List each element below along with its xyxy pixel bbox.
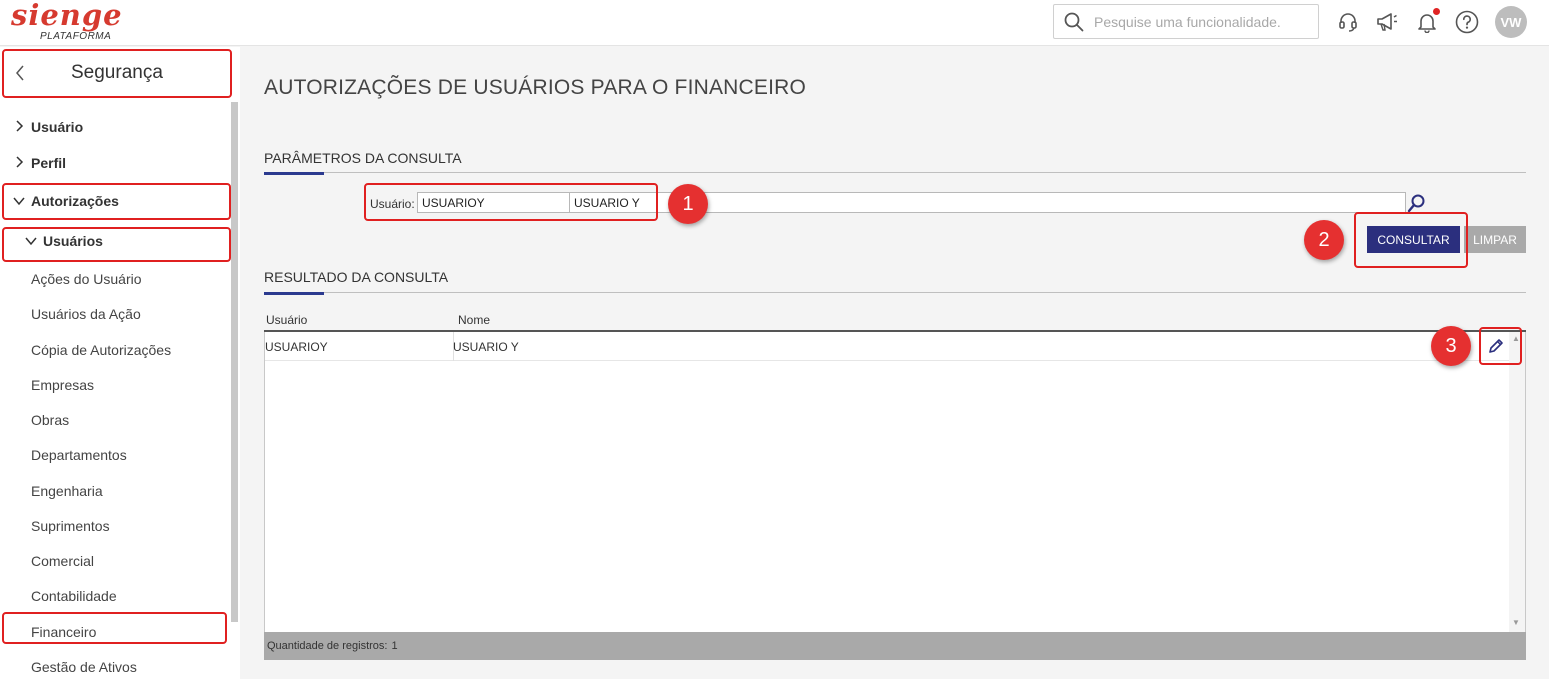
chevron-right-icon: [10, 155, 28, 172]
sidebar-item-usuarios-da-acao[interactable]: Usuários da Ação: [31, 306, 141, 322]
sidebar-item-perfil[interactable]: Perfil: [10, 150, 66, 176]
grid-body: USUARIOY USUARIO Y ▲ ▼: [264, 332, 1526, 632]
notification-dot: [1433, 8, 1440, 15]
record-count-value: 1: [391, 640, 398, 652]
sidebar-item-gestao-de-ativos[interactable]: Gestão de Ativos: [31, 659, 137, 675]
sidebar-item-comercial[interactable]: Comercial: [31, 553, 94, 569]
annotation-box-usuarios: [2, 227, 231, 262]
chevron-right-icon: [10, 119, 28, 136]
sidebar-item-engenharia[interactable]: Engenharia: [31, 483, 103, 499]
grid-footer: Quantidade de registros: 1: [264, 632, 1526, 660]
annotation-box-seguranca: [2, 49, 232, 98]
sidebar-item-label: Usuário: [31, 119, 84, 135]
limpar-button[interactable]: LIMPAR: [1464, 226, 1526, 253]
cell-usuario: USUARIOY: [265, 340, 328, 354]
results-section-title: RESULTADO DA CONSULTA: [264, 269, 449, 285]
sidebar-item-copia-de-autorizacoes[interactable]: Cópia de Autorizações: [31, 342, 171, 358]
search-input[interactable]: [1094, 11, 1309, 33]
column-header-nome[interactable]: Nome: [458, 313, 490, 327]
global-search[interactable]: [1053, 4, 1319, 39]
page-title: AUTORIZAÇÕES DE USUÁRIOS PARA O FINANCEI…: [264, 76, 807, 99]
sienge-logo[interactable]: sienge PLATAFORMA: [11, 0, 123, 46]
user-avatar[interactable]: VW: [1495, 6, 1527, 38]
logo-subtitle: PLATAFORMA: [40, 31, 112, 42]
sidebar-item-suprimentos[interactable]: Suprimentos: [31, 518, 110, 534]
section-accent: [264, 172, 324, 175]
annotation-box-user-field: [364, 183, 658, 221]
annotation-badge-1: 1: [668, 184, 708, 224]
sidebar-scrollbar[interactable]: [231, 102, 238, 622]
grid-scrollbar[interactable]: ▲ ▼: [1509, 332, 1525, 632]
annotation-box-autorizacoes: [2, 183, 231, 220]
sidebar-item-empresas[interactable]: Empresas: [31, 377, 94, 393]
divider: [264, 292, 1526, 293]
search-icon: [1064, 12, 1084, 37]
params-section-title: PARÂMETROS DA CONSULTA: [264, 150, 462, 166]
results-section-header: RESULTADO DA CONSULTA: [264, 269, 1526, 295]
cell-nome: USUARIO Y: [453, 340, 519, 354]
results-grid: Usuário Nome USUARIOY USUARIO Y ▲ ▼ Quan…: [264, 310, 1526, 660]
params-section-header: PARÂMETROS DA CONSULTA: [264, 150, 1526, 176]
section-accent: [264, 292, 324, 295]
top-bar: sienge PLATAFORMA VW: [0, 0, 1549, 46]
sidebar-item-contabilidade[interactable]: Contabilidade: [31, 588, 117, 604]
grid-header: Usuário Nome: [264, 310, 1526, 332]
record-count-label: Quantidade de registros:: [267, 640, 388, 652]
scroll-down-icon[interactable]: ▼: [1512, 618, 1520, 627]
annotation-badge-2: 2: [1304, 220, 1344, 260]
headset-icon[interactable]: [1335, 9, 1361, 35]
annotation-box-consultar: [1354, 212, 1468, 268]
annotation-box-edit: [1479, 327, 1522, 365]
divider: [264, 172, 1526, 173]
sidebar: Segurança Usuário Perfil Autorizações Us…: [0, 47, 240, 679]
help-icon[interactable]: [1454, 9, 1480, 35]
lookup-search-icon[interactable]: [1406, 193, 1428, 214]
annotation-badge-3: 3: [1431, 326, 1471, 366]
megaphone-icon[interactable]: [1374, 9, 1400, 35]
logo-text: sienge: [11, 0, 123, 32]
sidebar-item-departamentos[interactable]: Departamentos: [31, 447, 127, 463]
table-row[interactable]: USUARIOY USUARIO Y: [265, 332, 1509, 361]
sidebar-item-acoes-do-usuario[interactable]: Ações do Usuário: [31, 271, 142, 287]
sidebar-item-label: Perfil: [31, 155, 67, 171]
sidebar-item-usuario[interactable]: Usuário: [10, 114, 83, 140]
annotation-box-financeiro: [2, 612, 227, 644]
column-header-usuario[interactable]: Usuário: [266, 313, 307, 327]
sidebar-item-obras[interactable]: Obras: [31, 412, 69, 428]
